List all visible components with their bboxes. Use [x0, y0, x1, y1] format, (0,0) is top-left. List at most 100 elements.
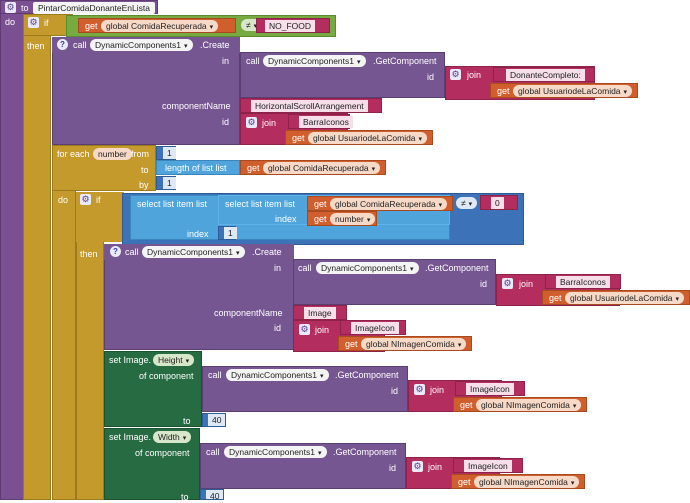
- text-block[interactable]: HorizontalScrollArrangement: [240, 98, 382, 113]
- get-var-block[interactable]: get global NImagenComida ▾: [451, 474, 585, 489]
- text-value[interactable]: ImageIcon: [351, 322, 399, 334]
- text-block[interactable]: ImageIcon: [453, 458, 523, 473]
- var-dropdown[interactable]: global NImagenComida ▾: [361, 338, 467, 350]
- text-block[interactable]: 0: [480, 195, 518, 210]
- id-label: id: [391, 386, 399, 396]
- number-block[interactable]: 1: [156, 176, 176, 190]
- to-label: to: [183, 416, 191, 426]
- help-icon[interactable]: ?: [57, 39, 68, 50]
- method-label: .Create: [200, 40, 230, 50]
- component-dropdown[interactable]: DynamicComponents1 ▾: [263, 55, 366, 67]
- getcomponent-block[interactable]: call DynamicComponents1 ▾ .GetComponent i…: [200, 443, 406, 489]
- help-icon[interactable]: ?: [110, 246, 121, 257]
- number-value[interactable]: 40: [206, 490, 223, 499]
- number-block[interactable]: 1: [156, 146, 176, 160]
- procedure-header[interactable]: ⚙ to PintarComidaDonanteEnLista: [0, 0, 158, 14]
- number-value[interactable]: 40: [208, 414, 226, 426]
- operator-dropdown[interactable]: ≠▾: [456, 197, 478, 209]
- component-name: DynamicComponents1: [95, 40, 181, 50]
- text-block[interactable]: BarraIconos: [288, 114, 353, 129]
- dropdown-arrow-icon: ▾: [572, 403, 577, 410]
- text-block[interactable]: Image: [293, 305, 347, 320]
- length-of-list-block[interactable]: length of list list: [156, 160, 240, 175]
- for-each-label: for each: [57, 149, 90, 159]
- get-var-block[interactable]: get global ComidaRecuperada ▾: [240, 160, 386, 175]
- set-image-height-block[interactable]: set Image. Height ▾ of component to: [104, 351, 202, 427]
- if-gear-icon[interactable]: ⚙: [80, 194, 91, 205]
- text-value[interactable]: ImageIcon: [464, 460, 512, 472]
- getcomponent-block[interactable]: call DynamicComponents1 ▾ .GetComponent i…: [240, 52, 445, 98]
- create-call-header[interactable]: ? call DynamicComponents1 ▾ .Create: [52, 37, 240, 53]
- dropdown-arrow-icon: ▾: [468, 201, 473, 208]
- set-image-width-block[interactable]: set Image. Width ▾ of component to: [104, 428, 200, 502]
- property-dropdown[interactable]: Width ▾: [153, 431, 192, 443]
- loop-var-field[interactable]: number: [93, 148, 132, 160]
- number-value[interactable]: 1: [224, 227, 237, 239]
- get-var-block[interactable]: get global NImagenComida ▾: [453, 397, 587, 412]
- component-dropdown[interactable]: DynamicComponents1 ▾: [226, 369, 329, 381]
- get-var-block[interactable]: get global UsuariodeLaComida ▾: [542, 290, 690, 305]
- text-value[interactable]: NO_FOOD: [265, 20, 316, 32]
- join-label: join: [428, 462, 443, 472]
- number-block[interactable]: 40: [202, 413, 226, 427]
- text-value[interactable]: ImageIcon: [466, 383, 514, 395]
- mutator-gear-icon[interactable]: ⚙: [5, 2, 16, 13]
- if-gear-icon[interactable]: ⚙: [28, 17, 39, 28]
- text-block[interactable]: ImageIcon: [455, 381, 525, 396]
- text-block[interactable]: DonanteCompleto:: [493, 67, 595, 82]
- join-gear-icon[interactable]: ⚙: [412, 461, 423, 472]
- text-value[interactable]: 0: [491, 197, 504, 209]
- create-call-header[interactable]: ? call DynamicComponents1 ▾ .Create: [104, 244, 294, 260]
- if-block[interactable]: [23, 14, 51, 500]
- get-var-block[interactable]: get global ComidaRecuperada ▾: [307, 196, 453, 211]
- join-gear-icon[interactable]: ⚙: [299, 324, 310, 335]
- component-dropdown[interactable]: DynamicComponents1 ▾: [142, 246, 245, 258]
- if-header[interactable]: ⚙ if: [76, 192, 124, 242]
- text-value[interactable]: BarraIconos: [556, 276, 610, 288]
- text-value[interactable]: Image: [304, 307, 336, 319]
- var-dropdown[interactable]: global NImagenComida ▾: [476, 399, 582, 411]
- var-dropdown[interactable]: global UsuariodeLaComida ▾: [308, 132, 428, 144]
- get-var-block[interactable]: get global ComidaRecuperada ▾: [78, 18, 236, 33]
- join-gear-icon[interactable]: ⚙: [246, 117, 257, 128]
- text-block[interactable]: NO_FOOD: [256, 18, 330, 33]
- procedure-name-field[interactable]: PintarComidaDonanteEnLista: [33, 2, 155, 14]
- var-dropdown[interactable]: global ComidaRecuperada ▾: [330, 198, 448, 210]
- text-value[interactable]: BarraIconos: [299, 116, 353, 128]
- of-component-label: of component: [139, 371, 194, 381]
- text-value[interactable]: DonanteCompleto:: [506, 69, 585, 81]
- var-dropdown[interactable]: global ComidaRecuperada ▾: [101, 20, 219, 32]
- create-call-block[interactable]: [52, 37, 240, 145]
- join-gear-icon[interactable]: ⚙: [450, 69, 461, 80]
- component-dropdown[interactable]: DynamicComponents1 ▾: [224, 446, 327, 458]
- getcomponent-block[interactable]: call DynamicComponents1 ▾ .GetComponent i…: [202, 366, 408, 412]
- getcomponent-block[interactable]: call DynamicComponents1 ▾ .GetComponent i…: [293, 259, 496, 305]
- var-dropdown[interactable]: global NImagenComida ▾: [474, 476, 580, 488]
- text-block[interactable]: ImageIcon: [340, 320, 406, 335]
- to-label: to: [141, 165, 149, 175]
- text-value[interactable]: HorizontalScrollArrangement: [251, 100, 368, 112]
- get-var-block[interactable]: get number ▾: [307, 211, 377, 226]
- component-dropdown[interactable]: DynamicComponents1 ▾: [316, 262, 419, 274]
- component-name: DynamicComponents1: [321, 263, 407, 273]
- number-block[interactable]: 40: [200, 489, 224, 500]
- get-var-block[interactable]: get global UsuariodeLaComida ▾: [490, 83, 638, 98]
- component-dropdown[interactable]: DynamicComponents1 ▾: [90, 39, 193, 51]
- get-var-block[interactable]: get global NImagenComida ▾: [338, 336, 472, 351]
- number-value[interactable]: 1: [163, 177, 176, 189]
- property-dropdown[interactable]: Height ▾: [153, 354, 195, 366]
- var-dropdown[interactable]: number ▾: [330, 213, 376, 225]
- var-dropdown[interactable]: global ComidaRecuperada ▾: [263, 162, 381, 174]
- var-dropdown[interactable]: global UsuariodeLaComida ▾: [565, 292, 685, 304]
- get-var-block[interactable]: get global UsuariodeLaComida ▾: [285, 130, 433, 145]
- number-block[interactable]: 1: [218, 226, 237, 240]
- join-gear-icon[interactable]: ⚙: [502, 278, 513, 289]
- procedure-block[interactable]: [0, 0, 24, 500]
- number-value[interactable]: 1: [163, 147, 176, 159]
- get-label: get: [314, 214, 327, 224]
- join-gear-icon[interactable]: ⚙: [414, 384, 425, 395]
- var-dropdown[interactable]: global UsuariodeLaComida ▾: [513, 85, 633, 97]
- text-block[interactable]: BarraIconos: [545, 274, 621, 289]
- of-component-label: of component: [135, 448, 190, 458]
- for-each-header[interactable]: for each number from to by: [52, 145, 156, 191]
